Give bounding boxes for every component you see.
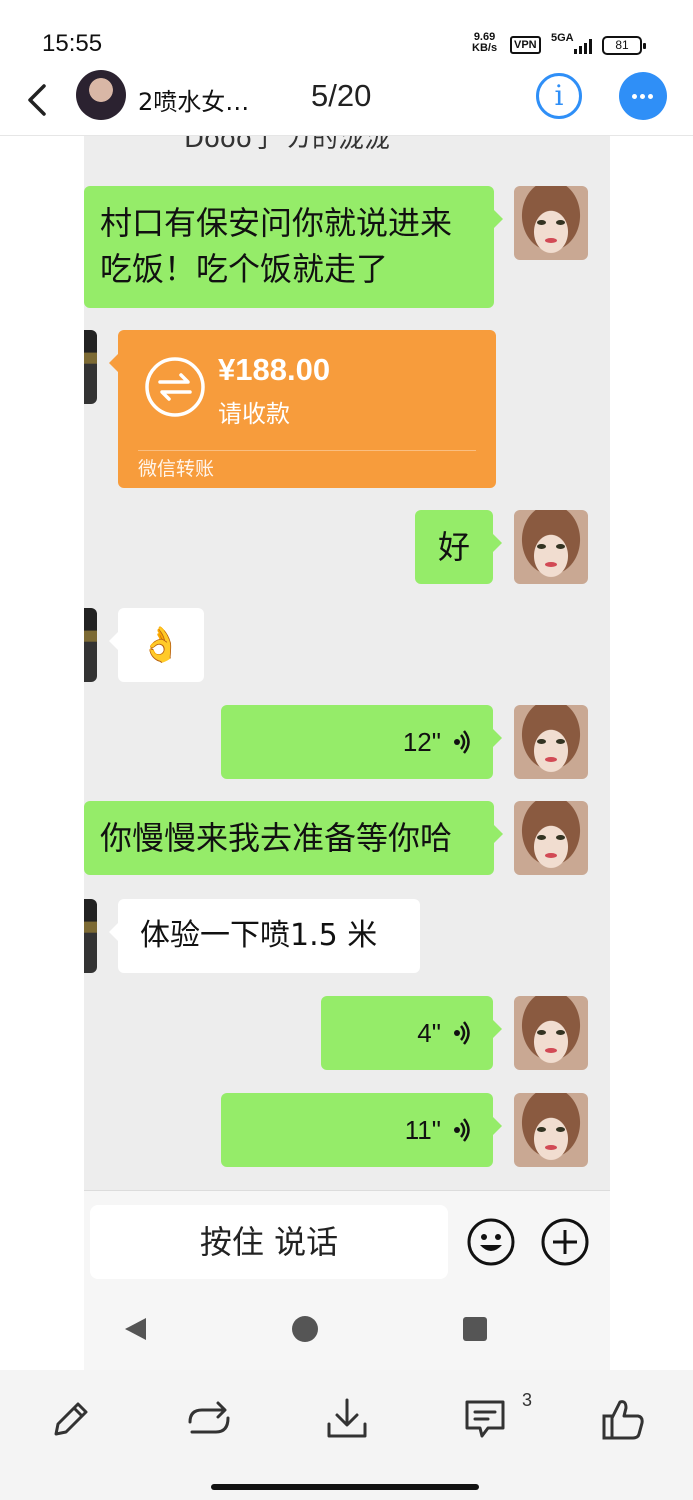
back-icon[interactable] <box>24 80 54 120</box>
sender-avatar <box>514 996 588 1070</box>
receiver-avatar <box>84 330 97 404</box>
voice-message[interactable]: 4" <box>321 996 502 1070</box>
receiver-avatar <box>84 608 97 682</box>
app-root: 15:55 9.69 KB/s VPN 5GA 81 2喷水女… 5/20 i … <box>0 0 693 1500</box>
nav-back-icon <box>125 1318 146 1340</box>
voice-wave-icon <box>454 730 470 754</box>
voice-duration: 12" <box>402 727 441 757</box>
transfer-label: 微信转账 <box>138 458 215 480</box>
network-speed-unit: KB/s <box>472 42 498 54</box>
more-button[interactable] <box>619 72 667 120</box>
image-counter: 5/20 <box>311 78 372 113</box>
app-header: 2喷水女… 5/20 i <box>0 70 693 136</box>
chat-input-bar: 按住 说话 <box>84 1190 610 1286</box>
message-text: 好 <box>437 528 470 566</box>
info-icon: i <box>554 79 564 112</box>
receiver-avatar <box>84 899 97 973</box>
battery-icon: 81 <box>602 36 646 55</box>
message-text: 吃饭！吃个饭就走了 <box>100 250 389 288</box>
screenshot-nav-bar <box>84 1286 610 1370</box>
transfer-card[interactable]: ¥188.00 请收款 微信转账 <box>109 330 496 488</box>
message-text: 村口有保安问你就说进来 <box>100 204 453 242</box>
bottom-toolbar: 3 <box>0 1370 693 1500</box>
transfer-amount: ¥188.00 <box>218 352 331 387</box>
network-type: 5GA <box>551 32 574 44</box>
plus-icon[interactable] <box>540 1217 590 1267</box>
edit-icon[interactable] <box>48 1396 94 1442</box>
hold-to-talk-button[interactable]: 按住 说话 <box>90 1205 448 1279</box>
message-bubble: 你慢慢来我去准备等你哈 <box>84 801 503 875</box>
home-indicator <box>211 1484 479 1490</box>
page-title[interactable]: 2喷水女… <box>138 82 249 117</box>
comment-count: 3 <box>522 1390 533 1410</box>
message-bubble: 好 <box>415 510 502 584</box>
nav-recents-icon <box>463 1317 487 1341</box>
emoji-icon[interactable] <box>466 1217 516 1267</box>
message-text: 你慢慢来我去准备等你哈 <box>100 819 453 857</box>
ok-hand-emoji: 👌 <box>139 625 183 665</box>
divider <box>138 450 476 451</box>
sender-avatar <box>514 1093 588 1167</box>
vpn-icon: VPN <box>510 36 541 54</box>
status-time: 15:55 <box>42 30 103 57</box>
message-bubble: 👌 <box>109 608 204 682</box>
message-bubble: 村口有保安问你就说进来 吃饭！吃个饭就走了 <box>84 186 503 308</box>
chat-screenshot[interactable]: Dooo了 ガ的泷泷 村口有保安问你就说进来 吃饭！吃个饭就走了 ¥188.00… <box>84 136 610 1370</box>
transfer-status: 请收款 <box>218 400 290 428</box>
info-button[interactable]: i <box>536 73 582 119</box>
share-icon[interactable] <box>186 1396 232 1442</box>
like-icon[interactable] <box>600 1396 646 1442</box>
voice-duration: 4" <box>417 1018 441 1048</box>
sender-avatar <box>514 186 588 260</box>
signal-icon <box>574 39 592 54</box>
message-bubble: 体验一下喷1.5 米 <box>109 899 420 973</box>
sender-avatar <box>514 705 588 779</box>
network-speed: 9.69 KB/s <box>472 32 497 54</box>
avatar[interactable] <box>76 70 126 120</box>
transfer-icon <box>145 357 205 417</box>
sender-avatar <box>514 510 588 584</box>
voice-duration: 11" <box>404 1115 441 1145</box>
voice-message[interactable]: 12" <box>221 705 502 779</box>
sender-avatar <box>514 801 588 875</box>
voice-wave-icon <box>454 1118 470 1142</box>
nav-home-icon <box>292 1316 318 1342</box>
cut-off-message: Dooo了 ガ的泷泷 <box>184 136 391 154</box>
comment-icon[interactable] <box>462 1396 508 1442</box>
voice-message[interactable]: 11" <box>221 1093 502 1167</box>
status-bar: 15:55 9.69 KB/s VPN 5GA 81 <box>0 0 693 70</box>
download-icon[interactable] <box>324 1396 370 1442</box>
message-text: 体验一下喷1.5 米 <box>140 918 378 953</box>
voice-wave-icon <box>454 1021 470 1045</box>
